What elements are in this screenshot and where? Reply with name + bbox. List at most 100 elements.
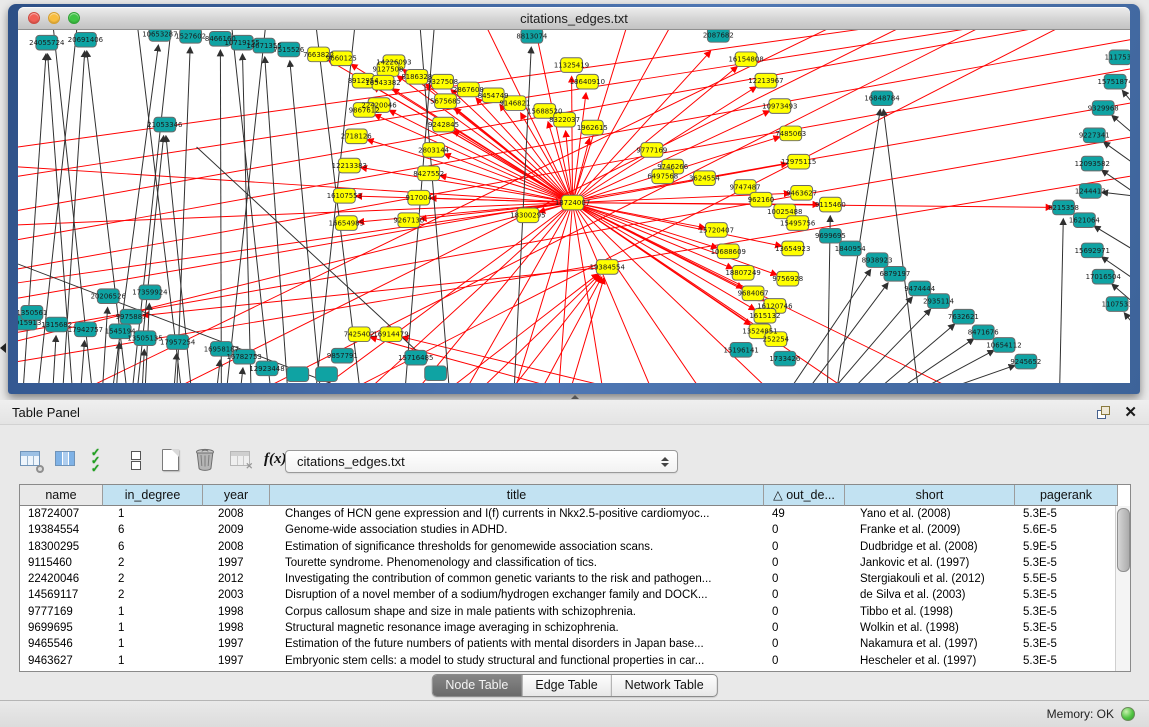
graph-edge[interactable]	[18, 69, 1130, 269]
graph-edge[interactable]	[18, 203, 573, 342]
graph-edge[interactable]	[540, 277, 602, 383]
float-panel-icon[interactable]	[1097, 406, 1110, 419]
graph-node-label: 15692971	[1075, 247, 1110, 255]
graph-edge[interactable]	[132, 30, 172, 383]
window-resize-grip[interactable]	[1116, 368, 1129, 381]
table-settings-icon[interactable]	[18, 446, 44, 474]
table-cell: Wolkin et al. (1998)	[845, 620, 1015, 636]
table-row[interactable]: 946362711997Embryonic stem cells: a mode…	[20, 653, 1130, 669]
graph-edge[interactable]	[240, 368, 243, 383]
table-row[interactable]: 1456911722003Disruption of a novel membe…	[20, 587, 1130, 603]
table-row[interactable]: 969969511998Structural magnetic resonanc…	[20, 620, 1130, 636]
graph-edge[interactable]	[53, 336, 56, 383]
graph-edge[interactable]	[242, 54, 251, 383]
delete-table-icon[interactable]: ✕	[228, 446, 254, 474]
graph-node[interactable]	[425, 366, 447, 381]
graph-node-label: 9127508	[373, 65, 404, 73]
graph-edge[interactable]	[477, 275, 598, 383]
tab-network-table[interactable]: Network Table	[611, 675, 717, 696]
collapse-panel-arrow[interactable]	[0, 343, 6, 353]
column-header-in-degree[interactable]: in_degree	[103, 485, 203, 506]
graph-edge[interactable]	[1125, 313, 1130, 343]
graph-edge[interactable]	[142, 350, 144, 383]
graph-edge[interactable]	[915, 351, 994, 383]
graph-node-label: 17942757	[68, 326, 103, 334]
graph-edge[interactable]	[806, 283, 888, 383]
table-cell: Estimation of the future numbers of pati…	[270, 636, 764, 652]
graph-edge[interactable]	[1102, 170, 1130, 202]
graph-edge[interactable]	[177, 48, 190, 383]
rows-icon[interactable]	[123, 446, 149, 474]
graph-edge[interactable]	[1112, 116, 1130, 147]
graph-edge[interactable]	[18, 137, 1130, 332]
table-row[interactable]: 1938455462009Genome-wide association stu…	[20, 522, 1130, 538]
column-header-title[interactable]: title	[270, 485, 764, 506]
graph-edge[interactable]	[375, 115, 572, 203]
graph-edge[interactable]	[894, 339, 973, 383]
graph-edge[interactable]	[290, 61, 321, 383]
graph-edge[interactable]	[23, 54, 46, 383]
graph-node-label: 7515526	[273, 46, 304, 54]
graph-edge[interactable]	[1060, 219, 1064, 383]
table-cell: 0	[764, 571, 845, 587]
graph-edge[interactable]	[1104, 142, 1130, 174]
graph-node[interactable]	[287, 367, 309, 382]
table-row[interactable]: 946554611997Estimation of the future num…	[20, 636, 1130, 652]
graph-edge[interactable]	[937, 365, 1015, 383]
graph-node-label: 20206526	[91, 293, 126, 301]
graph-node-label: 16120746	[757, 302, 792, 310]
column-header-pagerank[interactable]: pagerank	[1015, 485, 1118, 506]
select-columns-icon[interactable]: ✓✓✓	[88, 446, 114, 474]
close-window-button[interactable]	[28, 12, 40, 24]
graph-node-label: 3915913	[18, 319, 41, 327]
table-columns-icon[interactable]	[53, 446, 79, 474]
network-view[interactable]: 1872400718300295193845549777169974626664…	[18, 30, 1130, 383]
table-cell: 1	[103, 506, 203, 522]
graph-edge[interactable]	[18, 203, 573, 225]
window-titlebar[interactable]: citations_edges.txt	[18, 7, 1130, 30]
tab-edge-table[interactable]: Edge Table	[521, 675, 610, 696]
column-header-year[interactable]: year	[203, 485, 270, 506]
graph-edge[interactable]	[1102, 192, 1130, 197]
graph-node[interactable]	[316, 367, 338, 382]
trash-icon[interactable]	[193, 446, 219, 474]
close-panel-icon[interactable]: ✕	[1124, 406, 1137, 419]
zoom-window-button[interactable]	[68, 12, 80, 24]
graph-edge[interactable]	[573, 203, 604, 383]
table-cell: Nakamura et al. (1997)	[845, 636, 1015, 652]
table-cell: 9699695	[20, 620, 103, 636]
graph-edge[interactable]	[883, 110, 918, 383]
graph-edge[interactable]	[143, 267, 607, 315]
graph-edge[interactable]	[1123, 91, 1130, 123]
table-row[interactable]: 977716911998Corpus callosum shape and si…	[20, 604, 1130, 620]
table-cell: Tourette syndrome. Phenomenology and cla…	[270, 555, 764, 571]
graph-edge[interactable]	[573, 203, 1052, 208]
graph-edge[interactable]	[509, 276, 600, 383]
graph-edge[interactable]	[220, 50, 221, 383]
table-selector-dropdown[interactable]: citations_edges.txt	[285, 450, 678, 473]
graph-node-label: 9474444	[904, 285, 935, 293]
minimize-window-button[interactable]	[48, 12, 60, 24]
column-header-name[interactable]: name	[20, 485, 103, 506]
graph-edge[interactable]	[231, 30, 271, 383]
graph-edge[interactable]	[226, 30, 266, 383]
column-header-short[interactable]: short	[845, 485, 1015, 506]
graph-edge[interactable]	[80, 341, 84, 383]
graph-edge[interactable]	[216, 361, 220, 383]
vertical-scrollbar[interactable]	[1115, 506, 1130, 671]
table-row[interactable]: 911546021997Tourette syndrome. Phenomeno…	[20, 555, 1130, 571]
network-canvas[interactable]: 1872400718300295193845549777169974626664…	[18, 30, 1130, 383]
scrollbar-thumb[interactable]	[1117, 508, 1130, 572]
graph-node-label: 1350561	[18, 309, 47, 317]
graph-edge[interactable]	[174, 354, 177, 383]
graph-edge[interactable]	[559, 203, 573, 383]
table-row[interactable]: 1830029562008Estimation of significance …	[20, 539, 1130, 555]
column-header-out-de-[interactable]: △ out_de...	[764, 485, 845, 506]
new-file-icon[interactable]	[158, 446, 184, 474]
graph-edge[interactable]	[573, 203, 717, 248]
table-toolbar: ✓✓✓ ✕ f(x)	[18, 444, 289, 476]
table-cell: de Silva et al. (2003)	[845, 587, 1015, 603]
table-row[interactable]: 1872400712008Changes of HCN gene express…	[20, 506, 1130, 522]
tab-node-table[interactable]: Node Table	[432, 675, 521, 696]
table-row[interactable]: 2242004622012Investigating the contribut…	[20, 571, 1130, 587]
